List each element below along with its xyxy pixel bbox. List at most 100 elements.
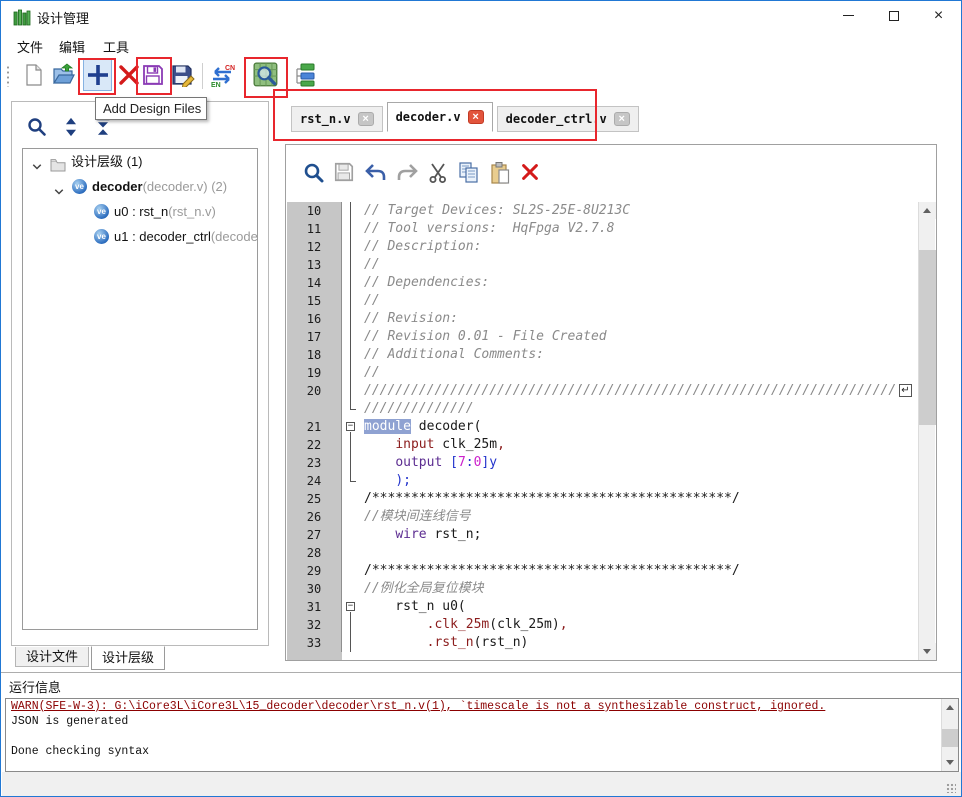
fold-collapse-icon[interactable]: − [346,602,355,611]
code-line[interactable]: 29/*************************************… [287,562,936,580]
design-hierarchy-button[interactable] [291,61,317,89]
redo-button[interactable] [395,161,419,185]
window-title: 设计管理 [37,8,89,27]
code-token [364,437,395,452]
code-line[interactable]: 21−module decoder( [287,418,936,436]
code-line[interactable]: 11// Tool versions: HqFpga V2.7.8 [287,220,936,238]
fold-marker [342,436,359,454]
code-line[interactable]: 28 [287,544,936,562]
line-number: 23 [287,454,342,472]
code-text: // Additional Comments: [359,346,552,364]
scroll-up-icon[interactable] [942,699,959,716]
resize-grip-icon[interactable] [946,783,956,793]
code-line[interactable]: 12// Description: [287,238,936,256]
fold-marker[interactable]: − [342,598,359,616]
code-line[interactable]: 31− rst_n u0( [287,598,936,616]
code-token: 7 [458,455,466,470]
scroll-thumb[interactable] [942,729,959,747]
close-button[interactable]: × [916,1,961,31]
log-output[interactable]: WARN(SFE-W-3): G:\iCore3L\iCore3L\15_dec… [5,698,959,772]
menu-edit[interactable]: 编辑 [55,35,89,58]
code-token: rst_n u0( [364,599,466,614]
toolbar-drag-handle[interactable] [6,65,10,87]
fold-collapse-icon[interactable]: − [346,422,355,431]
tree-search-button[interactable] [26,116,48,138]
tab-design-files[interactable]: 设计文件 [15,647,89,667]
code-line[interactable]: 17// Revision 0.01 - File Created [287,328,936,346]
line-number: 21 [287,418,342,436]
editor-search-button[interactable] [302,161,326,185]
code-line[interactable]: 14// Dependencies: [287,274,936,292]
paste-button[interactable] [488,161,512,185]
code-line[interactable]: 22 input clk_25m, [287,436,936,454]
tree-item[interactable]: veu0 : rst_n (rst_n.v) [23,199,257,224]
fold-marker [342,310,359,328]
code-line[interactable]: 23 output [7:0]y [287,454,936,472]
editor-save-button[interactable] [333,161,357,185]
code-line[interactable]: 18// Additional Comments: [287,346,936,364]
scroll-down-icon[interactable] [919,643,936,660]
code-line[interactable]: 15// [287,292,936,310]
line-number: 32 [287,616,342,634]
fold-marker [342,454,359,472]
code-line[interactable]: 20//////////////////////////////////////… [287,382,936,400]
tree-item[interactable]: vedecoder (decoder.v) (2) [23,174,257,199]
code-token: /***************************************… [364,491,740,506]
code-line[interactable]: 24 ); [287,472,936,490]
tab-design-hierarchy[interactable]: 设计层级 [91,646,165,670]
menu-bar: 文件 编辑 工具 [1,31,961,57]
tree-item[interactable]: 设计层级 (1) [23,149,257,174]
code-line[interactable]: 25 /*************************************… [287,490,936,508]
code-token: // Target Devices: SL2S-25E-8U213C [364,203,630,218]
code-text: // [359,364,380,382]
code-line[interactable]: 10 // Target Devices: SL2S-25E-8U213C [287,202,936,220]
code-line[interactable]: 32 .clk_25m(clk_25m), [287,616,936,634]
chevron-down-icon[interactable] [53,181,65,193]
copy-button[interactable] [457,161,481,185]
scroll-thumb[interactable] [919,250,936,425]
code-text: // [359,292,380,310]
scroll-up-icon[interactable] [919,202,936,219]
code-token: ////////////// [364,401,474,416]
fold-marker[interactable]: − [342,418,359,436]
line-number [287,400,342,418]
menu-tools[interactable]: 工具 [99,35,133,58]
editor-delete-button[interactable] [519,161,543,185]
code-editor[interactable]: 10 // Target Devices: SL2S-25E-8U213C 11//… [287,202,936,660]
line-number: 28 [287,544,342,562]
code-line[interactable]: 33 .rst_n(rst_n) [287,634,936,652]
code-token [364,617,427,632]
tab-close-icon[interactable]: × [614,112,630,126]
line-number: 25 [287,490,342,508]
log-scrollbar[interactable] [941,699,958,771]
code-text: module decoder( [359,418,481,436]
status-bar [2,772,962,797]
save-as-button[interactable] [170,61,196,89]
code-line[interactable]: 13// [287,256,936,274]
new-file-button[interactable] [21,61,47,89]
code-token: input [395,437,434,452]
code-line[interactable]: 19// [287,364,936,382]
menu-file[interactable]: 文件 [13,35,47,58]
code-line[interactable]: 30//例化全局复位模块 [287,580,936,598]
design-tree-panel: 设计层级 (1)vedecoder (decoder.v) (2)veu0 : … [11,101,269,646]
open-project-button[interactable] [51,61,77,89]
editor-scrollbar[interactable] [918,202,935,660]
code-line[interactable]: 26//模块间连线信号 [287,508,936,526]
maximize-button[interactable] [871,1,916,31]
code-line[interactable]: 16// Revision: [287,310,936,328]
scroll-down-icon[interactable] [942,754,959,771]
cn-en-icon: CN EN [209,62,235,88]
code-line[interactable]: ////////////// [287,400,936,418]
svg-text:EN: EN [211,82,221,88]
undo-button[interactable] [364,161,388,185]
line-number: 10 [287,202,342,220]
translate-cn-en-button[interactable]: CN EN [209,61,235,89]
expand-all-button[interactable] [60,116,82,138]
code-token: output [395,455,442,470]
code-line[interactable]: 27 wire rst_n; [287,526,936,544]
chevron-down-icon[interactable] [31,156,43,168]
minimize-button[interactable] [826,1,871,31]
cut-button[interactable] [426,161,450,185]
tree-item[interactable]: veu1 : decoder_ctrl (decode [23,224,257,249]
